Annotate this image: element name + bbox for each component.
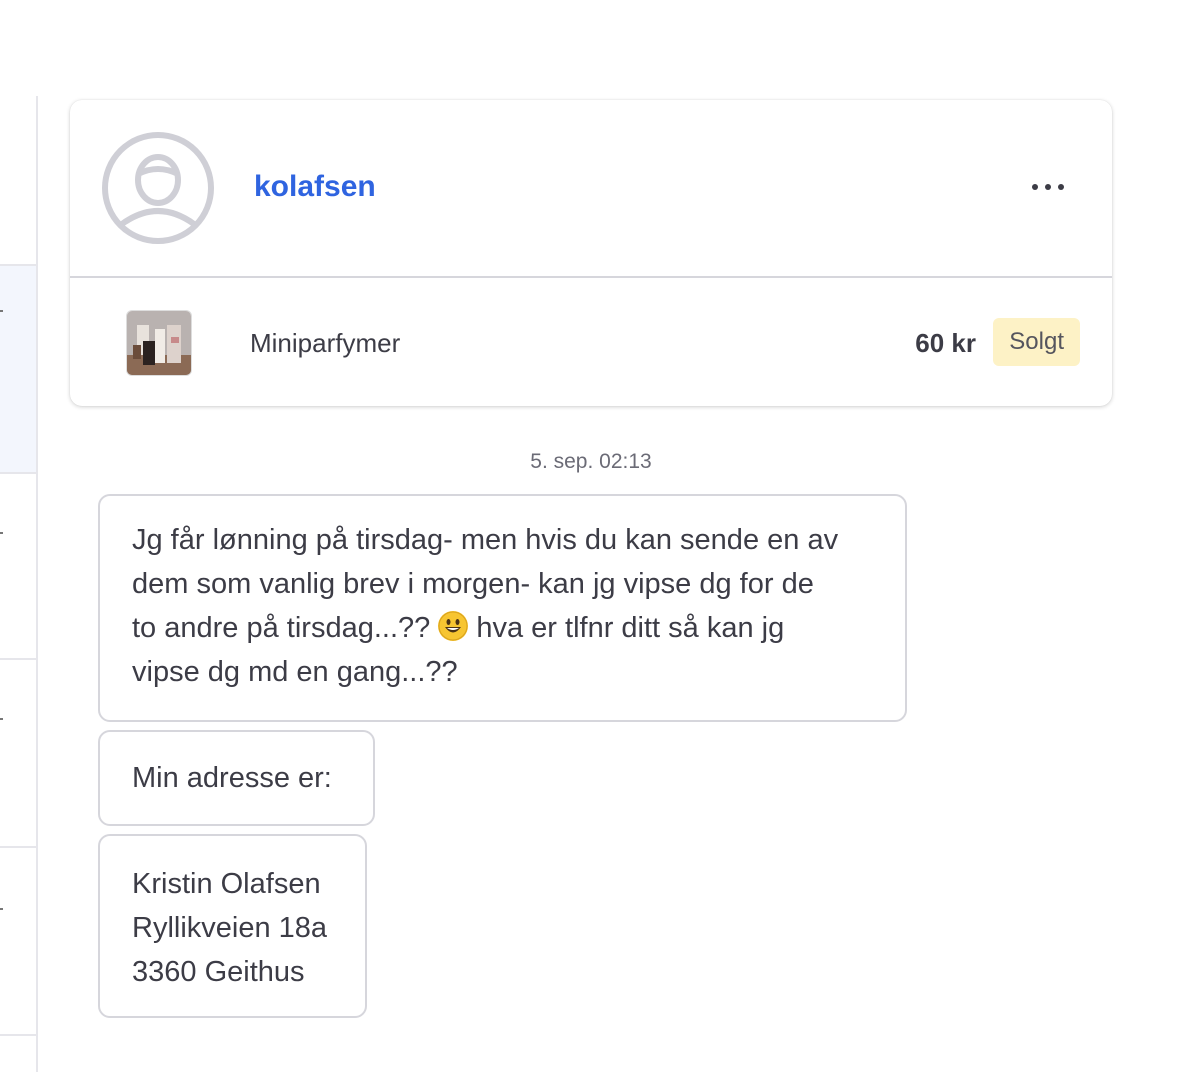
message-bubble: Jg får lønning på tirsdag- men hvis du k… [98, 494, 907, 722]
more-horizontal-icon[interactable] [1024, 172, 1072, 202]
list-divider [0, 1034, 36, 1036]
list-item-fragment [0, 532, 3, 534]
item-summary[interactable]: Miniparfymer 60 kr Solgt [70, 278, 1112, 406]
conversation-header-card: kolafsen Miniparfymer 60 kr Solgt [70, 100, 1112, 406]
user-header: kolafsen [70, 100, 1112, 278]
item-title[interactable]: Miniparfymer [250, 328, 400, 359]
username-link[interactable]: kolafsen [254, 170, 376, 204]
conversation-list-item-selected[interactable] [0, 264, 36, 474]
list-divider [0, 846, 36, 848]
list-item-fragment [0, 310, 3, 312]
message-bubble: Kristin Olafsen Ryllikveien 18a 3360 Gei… [98, 834, 367, 1018]
list-item-fragment [0, 718, 3, 720]
item-price: 60 kr [915, 328, 976, 358]
conversation-list-rail [0, 96, 38, 1072]
default-avatar-icon[interactable] [102, 132, 214, 244]
message-timestamp: 5. sep. 02:13 [530, 450, 652, 473]
smiling-face-emoji [438, 611, 469, 641]
item-thumbnail [126, 310, 192, 376]
message-bubble: Min adresse er: [98, 730, 375, 826]
list-divider [0, 658, 36, 660]
list-item-fragment [0, 908, 3, 910]
status-badge: Solgt [993, 318, 1080, 366]
